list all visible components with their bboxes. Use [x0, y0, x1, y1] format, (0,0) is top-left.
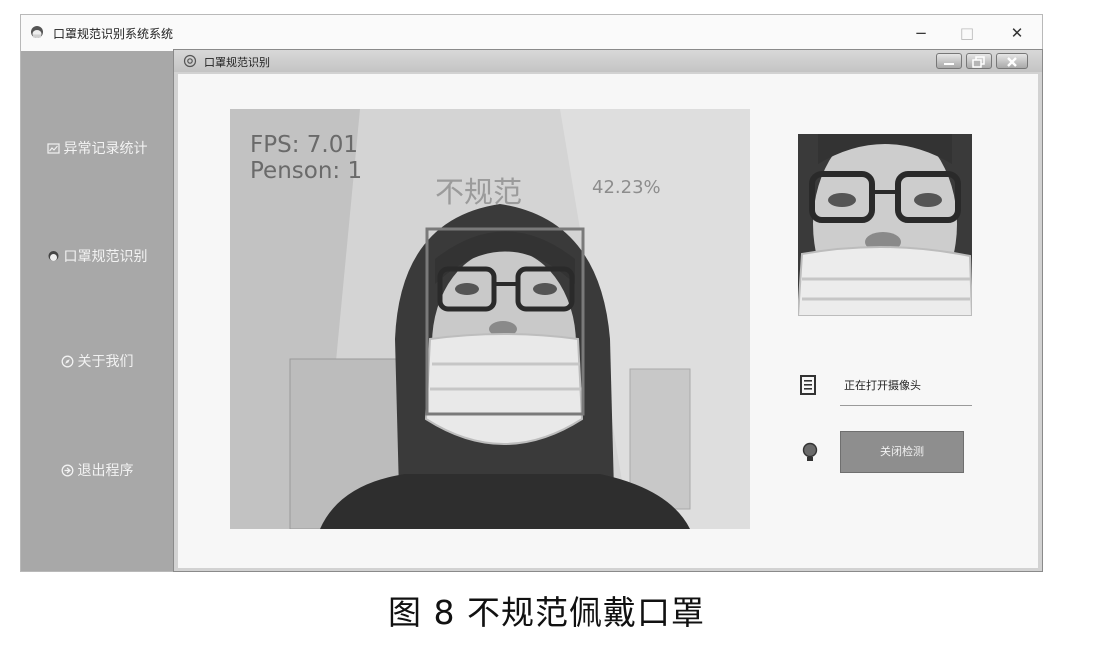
window-title: 口罩规范识别系统系统: [53, 27, 174, 41]
recognition-panel: FPS: 7.01 Penson: 1 不规范 42.23% 正在打开摄像头 关…: [178, 74, 1038, 568]
app-window: 口罩规范识别系统系统 − □ ✕ 异常记录统计 口罩规范识别 关于我们 退出程序: [20, 14, 1043, 572]
maximize-button[interactable]: □: [949, 21, 985, 45]
detection-confidence: 42.23%: [592, 177, 661, 198]
face-crop-drawing: [798, 134, 972, 316]
sidebar: 异常记录统计 口罩规范识别 关于我们 退出程序: [21, 51, 173, 571]
face-crop-image: [798, 134, 972, 316]
sidebar-item-label: 关于我们: [77, 354, 134, 370]
subwindow-minimize-button[interactable]: [936, 53, 962, 69]
subwindow-restore-button[interactable]: [966, 53, 992, 69]
detection-label: 不规范: [435, 175, 523, 209]
app-logo-icon: [31, 26, 43, 38]
recognition-subwindow: 口罩规范识别 FPS: 7.01 Penson: 1 不规范 42.23% 正在…: [173, 49, 1043, 572]
sidebar-item-exit[interactable]: 退出程序: [21, 457, 173, 483]
sidebar-item-mask-recognition[interactable]: 口罩规范识别: [21, 243, 173, 269]
compass-icon: [61, 355, 73, 367]
sidebar-item-label: 异常记录统计: [63, 141, 148, 157]
lightbulb-icon: [802, 442, 818, 461]
exit-icon: [61, 464, 73, 476]
close-detection-button[interactable]: 关闭检测: [840, 431, 964, 473]
minimize-button[interactable]: −: [903, 21, 939, 45]
sidebar-item-label: 退出程序: [77, 463, 134, 479]
document-icon: [800, 375, 816, 395]
title-bar: 口罩规范识别系统系统 − □ ✕: [21, 15, 1042, 51]
figure-caption: 图 8 不规范佩戴口罩: [388, 593, 705, 632]
status-display: 正在打开摄像头: [840, 366, 972, 406]
sidebar-item-about[interactable]: 关于我们: [21, 348, 173, 374]
user-avatar-icon: [48, 250, 58, 261]
restore-icon: [972, 56, 985, 68]
person-count-readout: Penson: 1: [250, 158, 363, 184]
camera-icon: [183, 54, 197, 68]
subwindow-close-button[interactable]: [996, 53, 1028, 69]
chart-icon: [46, 142, 60, 154]
subwindow-title-bar: 口罩规范识别: [174, 50, 1042, 72]
subwindow-title: 口罩规范识别: [204, 56, 270, 69]
camera-video-feed: FPS: 7.01 Penson: 1 不规范 42.23%: [230, 109, 750, 529]
close-icon: [1007, 57, 1017, 67]
sidebar-item-label: 口罩规范识别: [63, 249, 148, 265]
close-button[interactable]: ✕: [999, 21, 1035, 45]
minimize-icon: [944, 63, 954, 65]
sidebar-item-anomaly-stats[interactable]: 异常记录统计: [21, 135, 173, 161]
fps-readout: FPS: 7.01: [250, 132, 358, 158]
